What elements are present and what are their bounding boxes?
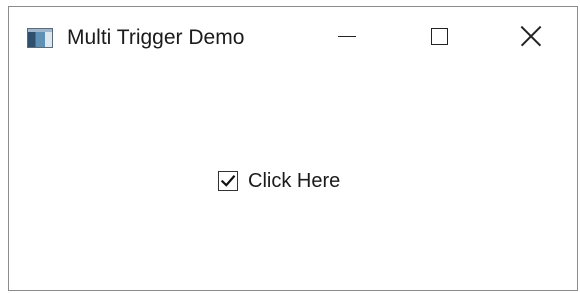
maximize-icon xyxy=(430,27,448,45)
app-window: Multi Trigger Demo Click Here xyxy=(8,6,578,291)
title-bar[interactable]: Multi Trigger Demo xyxy=(9,7,577,67)
maximize-button[interactable] xyxy=(393,7,485,65)
close-button[interactable] xyxy=(485,7,577,65)
click-here-checkbox[interactable]: Click Here xyxy=(218,169,340,193)
minimize-button[interactable] xyxy=(301,7,393,65)
app-icon xyxy=(27,28,53,48)
minimize-icon xyxy=(338,35,356,37)
close-icon xyxy=(520,25,542,47)
checkbox-label[interactable]: Click Here xyxy=(248,169,340,193)
checkmark-icon xyxy=(220,175,236,187)
checkbox-box[interactable] xyxy=(218,171,238,191)
window-title: Multi Trigger Demo xyxy=(67,26,245,49)
